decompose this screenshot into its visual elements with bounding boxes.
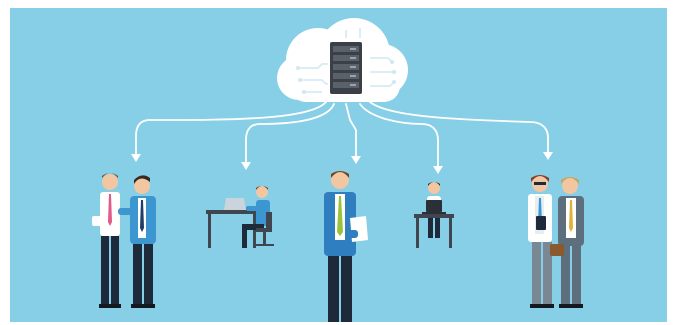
cloud-network-scene [10, 8, 667, 322]
illustration [10, 8, 667, 322]
laptop-icon [224, 198, 246, 210]
server-icon [330, 42, 362, 94]
